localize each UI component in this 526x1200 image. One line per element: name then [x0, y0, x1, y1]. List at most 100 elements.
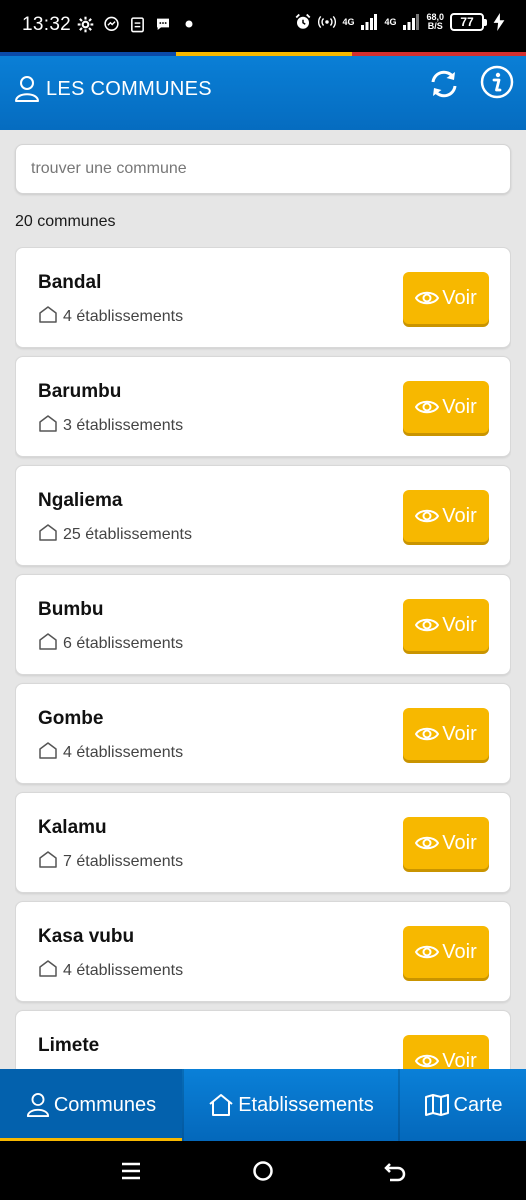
home-button[interactable] — [248, 1156, 278, 1186]
alarm-icon — [294, 13, 312, 31]
search-box — [15, 144, 511, 194]
building-icon — [38, 305, 58, 328]
establishment-count-text: 4 établissements — [63, 961, 184, 979]
tab-etablissements[interactable]: Etablissements — [184, 1069, 398, 1141]
signal-icon-2 — [402, 13, 420, 31]
commune-name: Kalamu — [38, 817, 107, 838]
eye-icon — [415, 945, 440, 959]
view-button[interactable]: Voir — [403, 599, 489, 651]
establishment-count-text: 7 établissements — [63, 852, 184, 870]
eye-icon — [415, 836, 440, 850]
eye-icon — [415, 727, 440, 741]
refresh-button[interactable] — [424, 64, 464, 104]
tab-carte-label: Carte — [453, 1093, 503, 1116]
commune-card: Ngaliema 25 établissements Voir — [15, 465, 511, 566]
view-button[interactable]: Voir — [403, 381, 489, 433]
recent-apps-button[interactable] — [116, 1156, 146, 1186]
building-icon — [38, 959, 58, 982]
commune-list: Bandal 4 établissements Voir Barumbu 3 é… — [15, 247, 511, 1069]
commune-card: Bandal 4 établissements Voir — [15, 247, 511, 348]
eye-icon — [415, 1054, 440, 1068]
establishment-count-text: 4 établissements — [63, 743, 184, 761]
battery-indicator: 77 — [450, 13, 487, 31]
commune-card: Gombe 4 établissements Voir — [15, 683, 511, 784]
system-nav-bar — [0, 1141, 526, 1200]
signal-icon-1 — [360, 13, 378, 31]
messenger-icon — [102, 15, 120, 33]
commune-card: Kalamu 7 établissements Voir — [15, 792, 511, 893]
commune-name: Ngaliema — [38, 490, 123, 511]
info-icon — [480, 65, 514, 99]
view-button[interactable]: Voir — [403, 272, 489, 324]
dot-icon — [180, 15, 198, 33]
view-button-label: Voir — [442, 1049, 477, 1070]
home-icon — [209, 1094, 233, 1116]
view-button-label: Voir — [442, 504, 477, 527]
eye-icon — [415, 291, 440, 305]
user-icon — [26, 1093, 49, 1117]
establishment-count: 25 établissements — [38, 523, 192, 546]
view-button-label: Voir — [442, 286, 477, 309]
notification-icons — [76, 15, 198, 33]
view-button[interactable]: Voir — [403, 926, 489, 978]
status-time: 13:32 — [22, 14, 72, 35]
data-speed: 68,0 B/S — [426, 13, 444, 31]
commune-name: Barumbu — [38, 381, 122, 402]
view-button-label: Voir — [442, 722, 477, 745]
view-button[interactable]: Voir — [403, 1035, 489, 1069]
back-button[interactable] — [380, 1156, 410, 1186]
commune-name: Bumbu — [38, 599, 104, 620]
data-speed-unit: B/S — [427, 21, 443, 31]
search-input[interactable] — [16, 145, 510, 193]
establishment-count: 4 établissements — [38, 741, 183, 764]
user-icon — [14, 75, 40, 108]
establishment-count-text: 25 établissements — [63, 525, 192, 543]
view-button-label: Voir — [442, 395, 477, 418]
establishment-count-text: 3 établissements — [63, 416, 184, 434]
menu-icon — [122, 1162, 140, 1180]
settings-icon — [76, 15, 94, 33]
building-icon — [38, 632, 58, 655]
system-indicators: 4G 4G 68,0 B/S 77 — [294, 13, 508, 31]
view-button[interactable]: Voir — [403, 490, 489, 542]
commune-name: Gombe — [38, 708, 104, 729]
commune-name: Kasa vubu — [38, 926, 135, 947]
map-icon — [424, 1094, 449, 1116]
view-button-label: Voir — [442, 613, 477, 636]
refresh-icon — [431, 70, 457, 98]
network-type-1: 4G — [342, 16, 355, 27]
commune-card: Bumbu 6 établissements Voir — [15, 574, 511, 675]
establishment-count: 3 établissements — [38, 414, 183, 437]
app-bar: LES COMMUNES — [0, 56, 526, 130]
bottom-nav: Communes Etablissements Carte — [0, 1069, 526, 1141]
establishment-count: 6 établissements — [38, 632, 183, 655]
building-icon — [38, 523, 58, 546]
view-button-label: Voir — [442, 831, 477, 854]
commune-name: Limete — [38, 1035, 100, 1056]
hotspot-icon — [318, 13, 337, 31]
charging-icon — [490, 13, 508, 31]
tab-carte[interactable]: Carte — [400, 1069, 526, 1141]
page-title: LES COMMUNES — [46, 78, 212, 100]
clipboard-icon — [128, 15, 146, 33]
eye-icon — [415, 509, 440, 523]
tab-etablissements-label: Etablissements — [238, 1093, 374, 1116]
view-button-label: Voir — [442, 940, 477, 963]
eye-icon — [415, 400, 440, 414]
tab-communes[interactable]: Communes — [0, 1069, 182, 1141]
info-button[interactable] — [477, 62, 517, 102]
establishment-count-text: 4 établissements — [63, 307, 184, 325]
commune-name: Bandal — [38, 272, 102, 293]
commune-card: Limete Voir — [15, 1010, 511, 1069]
view-button[interactable]: Voir — [403, 708, 489, 760]
commune-card: Barumbu 3 établissements Voir — [15, 356, 511, 457]
tab-communes-label: Communes — [53, 1093, 157, 1116]
back-icon — [384, 1163, 406, 1182]
circle-icon — [253, 1161, 273, 1181]
establishment-count: 7 établissements — [38, 850, 183, 873]
view-button[interactable]: Voir — [403, 817, 489, 869]
establishment-count: 4 établissements — [38, 305, 183, 328]
establishment-count: 4 établissements — [38, 959, 183, 982]
building-icon — [38, 741, 58, 764]
establishment-count-text: 6 établissements — [63, 634, 184, 652]
